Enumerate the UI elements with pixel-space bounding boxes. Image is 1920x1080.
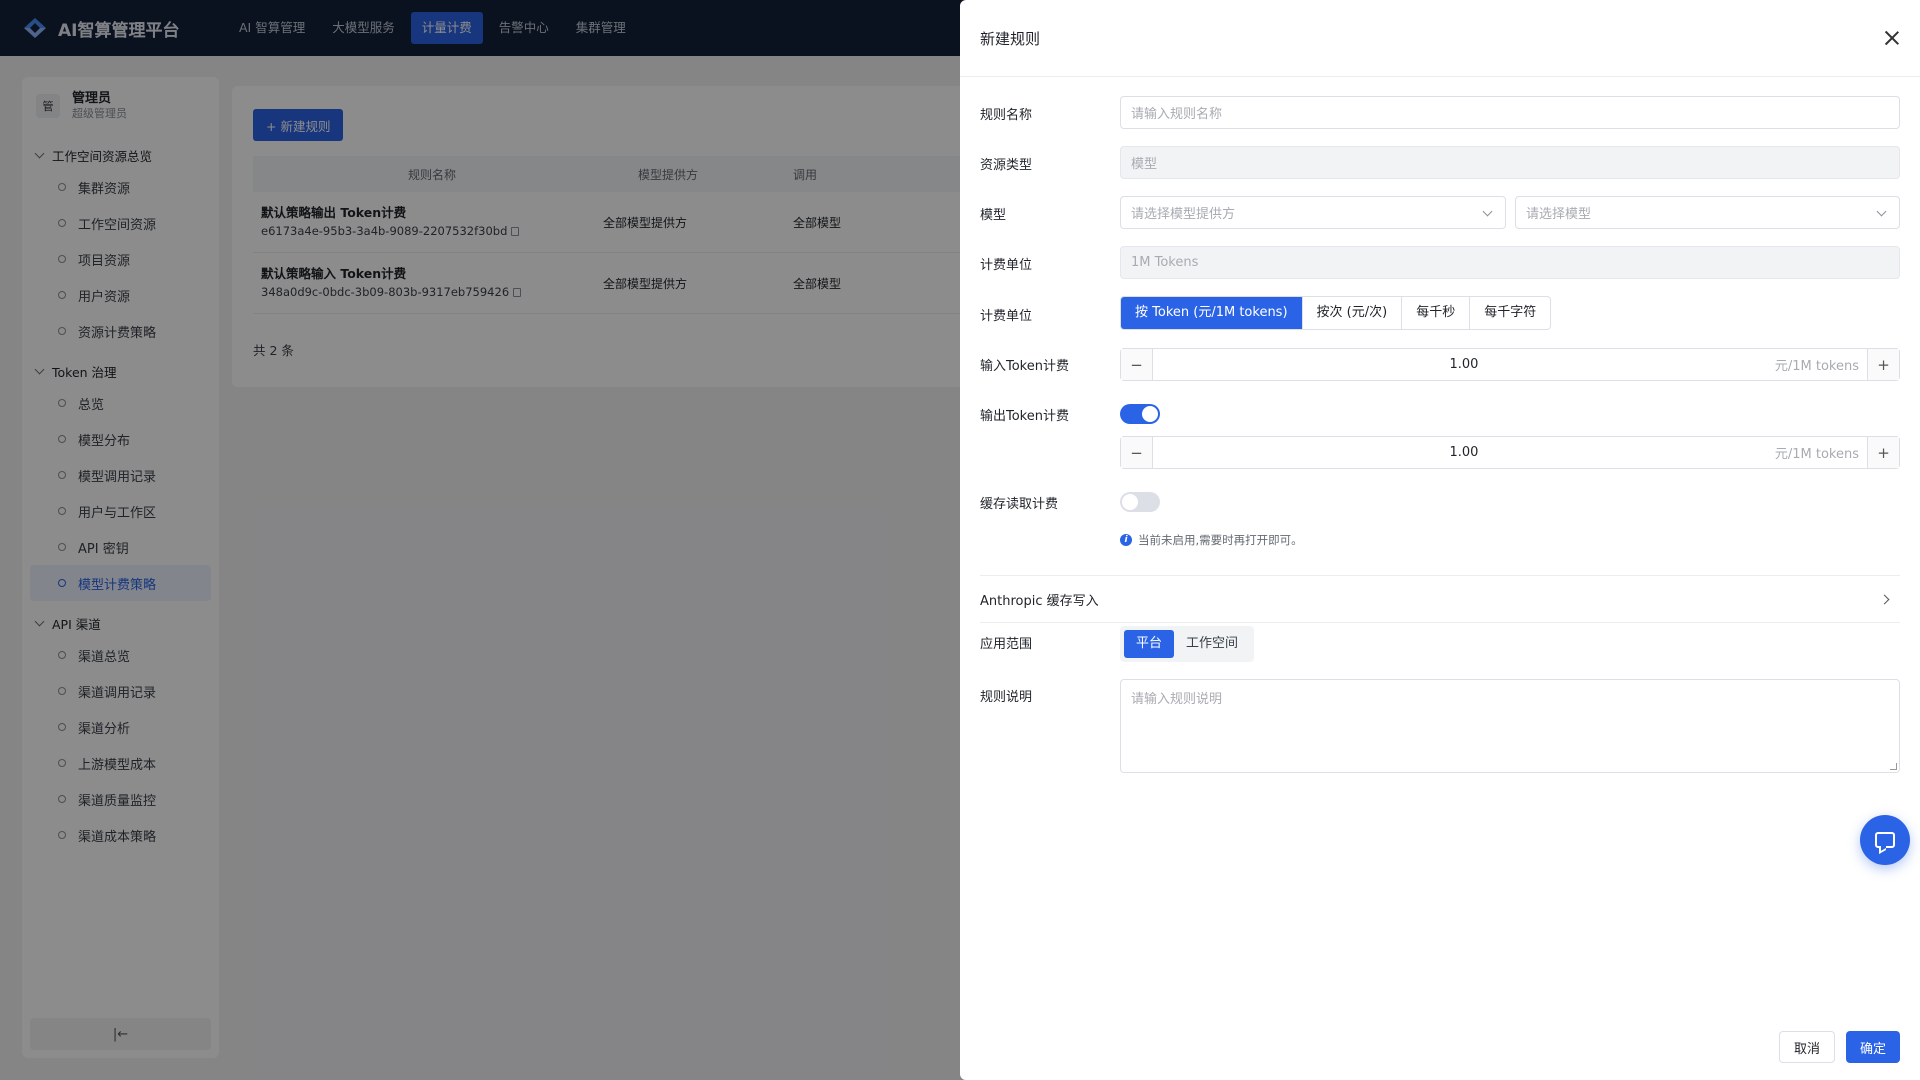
chat-icon [1875,832,1895,848]
description-label: 规则说明 [980,690,1033,705]
rule-name-label: 规则名称 [980,108,1033,123]
scope-workspace[interactable]: 工作空间 [1174,630,1250,658]
resource-type-value: 模型 [1131,157,1158,172]
billing-mode-segmented: 按 Token (元/1M tokens) 按次 (元/次) 每千秒 每千字符 [1120,296,1552,330]
input-token-label: 输入Token计费 [980,359,1069,374]
provider-placeholder: 请选择模型提供方 [1131,207,1236,222]
anthropic-label: Anthropic 缓存写入 [980,593,1099,609]
input-token-unit: 元/1M tokens [1774,359,1859,374]
rule-name-input[interactable]: 请输入规则名称 [1120,96,1900,129]
rule-name-placeholder: 请输入规则名称 [1131,107,1223,122]
provider-select[interactable]: 请选择模型提供方 [1120,196,1506,229]
description-textarea[interactable]: 请输入规则说明 [1120,679,1900,773]
resource-type-input: 模型 [1120,146,1900,179]
toggle-knob [1122,494,1138,510]
minus-icon[interactable]: − [1121,437,1153,468]
resize-handle-icon[interactable] [1890,763,1897,770]
plus-icon[interactable]: + [1867,349,1899,380]
scope-platform[interactable]: 平台 [1124,630,1175,658]
model-placeholder: 请选择模型 [1526,207,1592,222]
chevron-right-icon [1879,594,1890,604]
billing-unit-input: 1M Tokens [1120,246,1900,279]
input-token-stepper: − 1.00 元/1M tokens + [1120,348,1900,381]
cache-read-label: 缓存读取计费 [980,497,1059,512]
model-select[interactable]: 请选择模型 [1515,196,1900,229]
description-placeholder: 请输入规则说明 [1131,692,1223,707]
toggle-knob [1142,406,1158,422]
cache-read-hint-text: 当前未启用,需要时再打开即可。 [1138,533,1303,547]
output-token-stepper: − 1.00 元/1M tokens + [1120,436,1900,469]
cache-read-toggle[interactable] [1120,492,1160,512]
billing-mode-label: 计费单位 [980,309,1033,324]
billing-mode-token[interactable]: 按 Token (元/1M tokens) [1121,297,1303,329]
plus-icon[interactable]: + [1867,437,1899,468]
close-icon[interactable] [1884,30,1900,46]
info-icon: i [1120,534,1132,546]
cancel-button[interactable]: 取消 [1779,1031,1836,1063]
scope-radio-group: 平台 工作空间 [1120,626,1255,662]
drawer-title: 新建规则 [980,29,1041,48]
scope-label: 应用范围 [980,637,1033,652]
confirm-button[interactable]: 确定 [1846,1031,1901,1063]
chevron-down-icon [1482,206,1493,217]
billing-unit-label: 计费单位 [980,258,1033,273]
output-token-toggle[interactable] [1120,404,1160,424]
chat-button[interactable] [1860,815,1910,865]
output-token-value[interactable]: 1.00 [1153,445,1775,460]
billing-unit-value: 1M Tokens [1131,255,1199,270]
drawer-header: 新建规则 [960,0,1920,77]
chevron-down-icon [1876,206,1887,217]
anthropic-cache-write-collapse[interactable]: Anthropic 缓存写入 [980,575,1900,623]
new-rule-drawer: 新建规则 规则名称 请输入规则名称 资源类型 模型 模型 请选择模型提供方 请选… [960,0,1920,1080]
billing-mode-call[interactable]: 按次 (元/次) [1303,297,1403,329]
cache-read-hint: i 当前未启用,需要时再打开即可。 [1120,532,1303,548]
minus-icon[interactable]: − [1121,349,1153,380]
input-token-value[interactable]: 1.00 [1153,357,1775,372]
billing-mode-per-ksec[interactable]: 每千秒 [1402,297,1471,329]
output-token-label: 输出Token计费 [980,409,1069,424]
billing-mode-per-kchar[interactable]: 每千字符 [1470,297,1550,329]
output-token-unit: 元/1M tokens [1774,447,1859,462]
model-label: 模型 [980,208,1007,223]
resource-type-label: 资源类型 [980,158,1033,173]
